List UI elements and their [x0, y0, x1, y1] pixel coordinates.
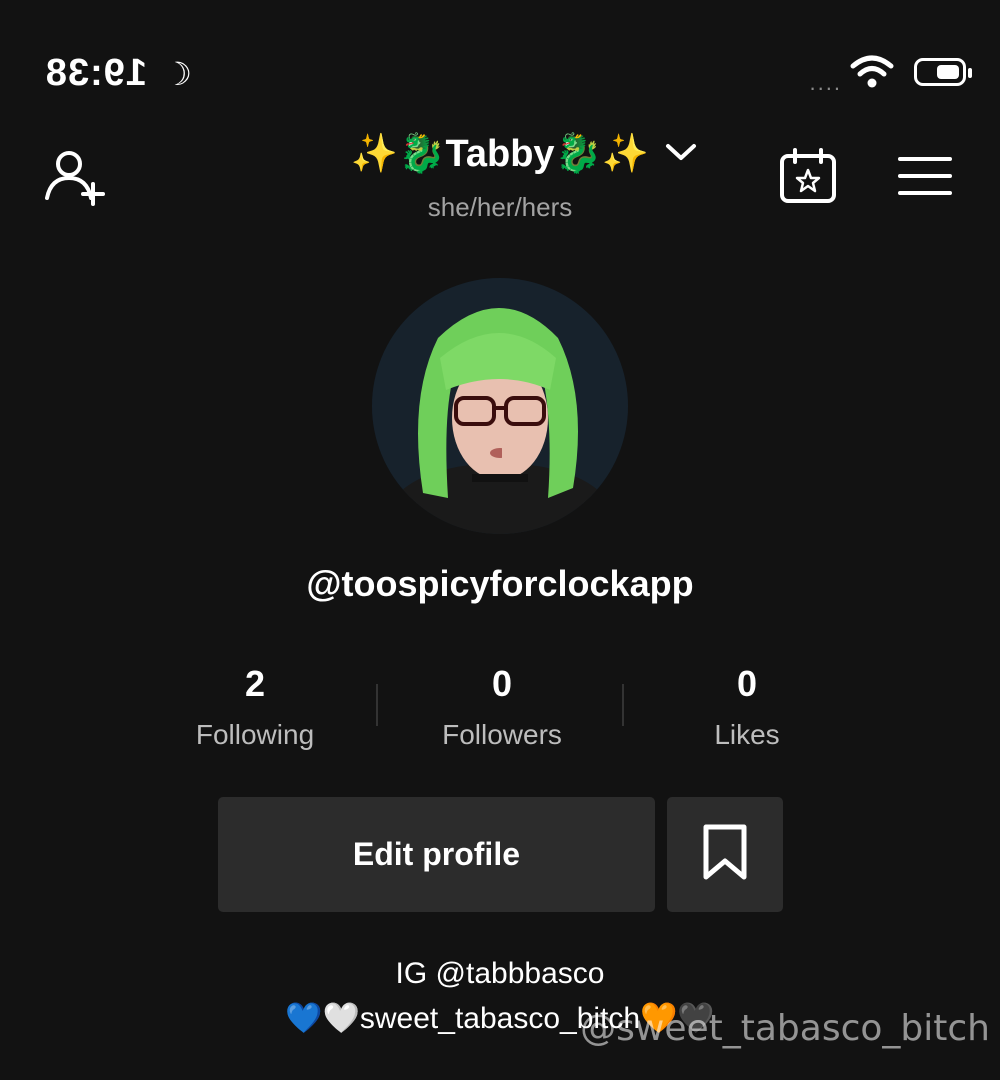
add-user-icon[interactable]	[43, 148, 107, 213]
hamburger-menu-icon[interactable]	[898, 156, 952, 201]
stat-following[interactable]: 2 Following	[155, 663, 355, 751]
likes-count: 0	[736, 663, 758, 704]
stat-divider	[376, 684, 378, 726]
moon-icon: ☾	[163, 56, 192, 92]
edit-profile-label: Edit profile	[352, 836, 521, 872]
display-name-text: ✨🐉Tabby🐉✨	[350, 133, 650, 175]
profile-display-name[interactable]: ✨🐉Tabby🐉✨	[300, 132, 700, 176]
following-count: 2	[244, 663, 266, 704]
followers-label: Followers	[442, 719, 562, 750]
stat-followers[interactable]: 0 Followers	[402, 663, 602, 751]
stat-likes[interactable]: 0 Likes	[647, 663, 847, 751]
pronouns: she/her/hers	[427, 192, 573, 222]
likes-label: Likes	[714, 719, 780, 750]
wifi-icon	[850, 54, 894, 95]
favorites-button[interactable]	[667, 797, 783, 912]
edit-profile-button[interactable]: Edit profile	[218, 797, 655, 912]
following-label: Following	[195, 719, 315, 750]
bio-line: IG @tabbbasco	[395, 957, 605, 990]
username: @toospicyforclockapp	[306, 563, 694, 604]
profile-screen: 19:38 ☾ .... ✨🐉Tabby🐉✨ she/her/hers @too…	[0, 0, 1000, 1080]
chevron-down-icon[interactable]	[664, 140, 698, 169]
battery-icon	[914, 58, 972, 86]
status-time: 19:38	[44, 52, 147, 94]
followers-count: 0	[491, 663, 513, 704]
stat-divider	[622, 684, 624, 726]
avatar[interactable]	[372, 278, 628, 534]
watermark: @sweet_tabasco_bitch	[580, 1008, 990, 1049]
bookmark-icon	[701, 823, 749, 886]
signal-indicator: ....	[807, 70, 840, 95]
calendar-star-icon[interactable]	[779, 148, 837, 209]
